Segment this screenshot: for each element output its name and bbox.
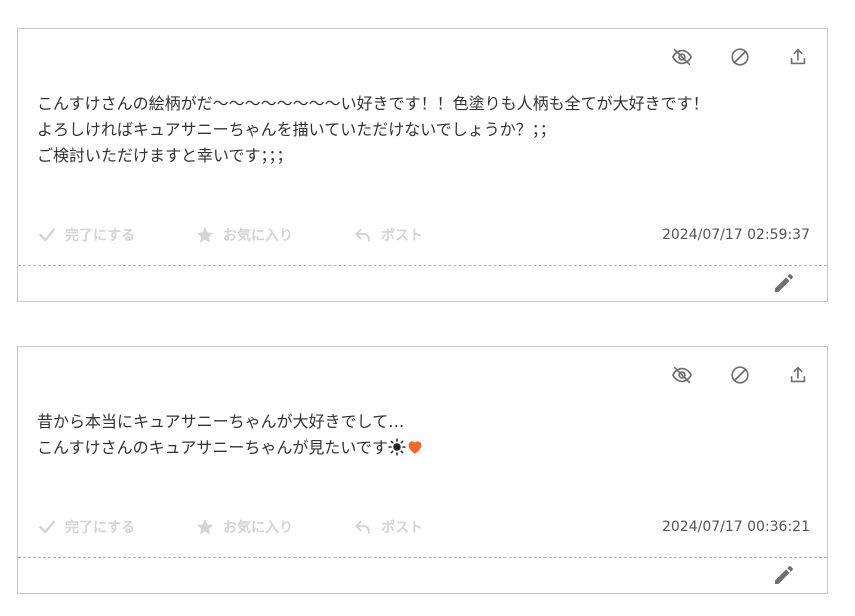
orange-heart-emoji-icon: [408, 441, 422, 454]
divider: [18, 557, 827, 558]
card-bottom-actions: 完了にする お気に入り ポスト: [37, 225, 453, 245]
complete-button[interactable]: 完了にする: [37, 225, 195, 245]
favorite-button[interactable]: お気に入り: [195, 225, 353, 245]
timestamp: 2024/07/17 00:36:21: [661, 519, 810, 535]
check-icon: [39, 520, 55, 534]
reply-icon: [355, 521, 370, 534]
message-line: よろしければキュアサニーちゃんを描いていただけないでしょうか？；；: [37, 120, 556, 139]
card-top-actions: [671, 364, 809, 386]
eye-slash-icon[interactable]: [671, 364, 693, 386]
block-icon[interactable]: [729, 46, 751, 68]
message-text: こんすけさんの絵柄がだ〜〜〜〜〜〜〜〜い好きです！！色塗りも人柄も全てが大好きで…: [37, 91, 808, 169]
upload-icon[interactable]: [787, 364, 809, 386]
complete-button[interactable]: 完了にする: [37, 517, 195, 537]
favorite-button[interactable]: お気に入り: [195, 517, 353, 537]
reply-icon: [355, 229, 370, 242]
divider: [18, 265, 827, 266]
pencil-icon[interactable]: [772, 563, 796, 587]
message-card: 昔から本当にキュアサニーちゃんが大好きでして… こんすけさんのキュアサニーちゃん…: [17, 346, 828, 594]
post-label: ポスト: [381, 520, 423, 536]
upload-icon[interactable]: [787, 46, 809, 68]
favorite-label: お気に入り: [223, 228, 293, 244]
post-button[interactable]: ポスト: [353, 517, 453, 537]
timestamp: 2024/07/17 02:59:37: [661, 227, 810, 243]
complete-label: 完了にする: [65, 228, 136, 244]
message-card: こんすけさんの絵柄がだ〜〜〜〜〜〜〜〜い好きです！！色塗りも人柄も全てが大好きで…: [17, 28, 828, 302]
card-bottom-actions: 完了にする お気に入り ポスト: [37, 517, 453, 537]
message-line: 昔から本当にキュアサニーちゃんが大好きでして…: [37, 412, 405, 431]
eye-slash-icon[interactable]: [671, 46, 693, 68]
post-label: ポスト: [381, 228, 423, 244]
pencil-icon[interactable]: [772, 271, 796, 295]
star-icon: [196, 519, 214, 535]
check-icon: [39, 228, 55, 242]
sun-emoji-icon: [388, 438, 406, 456]
message-line-with-emoji: こんすけさんのキュアサニーちゃんが見たいです: [37, 435, 808, 461]
message-line: こんすけさんの絵柄がだ〜〜〜〜〜〜〜〜い好きです！！色塗りも人柄も全てが大好きで…: [37, 94, 709, 113]
complete-label: 完了にする: [65, 520, 136, 536]
card-top-actions: [671, 46, 809, 68]
favorite-label: お気に入り: [223, 520, 293, 536]
post-button[interactable]: ポスト: [353, 225, 453, 245]
star-icon: [196, 227, 214, 243]
block-icon[interactable]: [729, 364, 751, 386]
message-line: ご検討いただけますと幸いです；；；: [37, 146, 293, 165]
message-text: 昔から本当にキュアサニーちゃんが大好きでして… こんすけさんのキュアサニーちゃん…: [37, 409, 808, 461]
message-line: こんすけさんのキュアサニーちゃんが見たいです: [37, 438, 388, 457]
